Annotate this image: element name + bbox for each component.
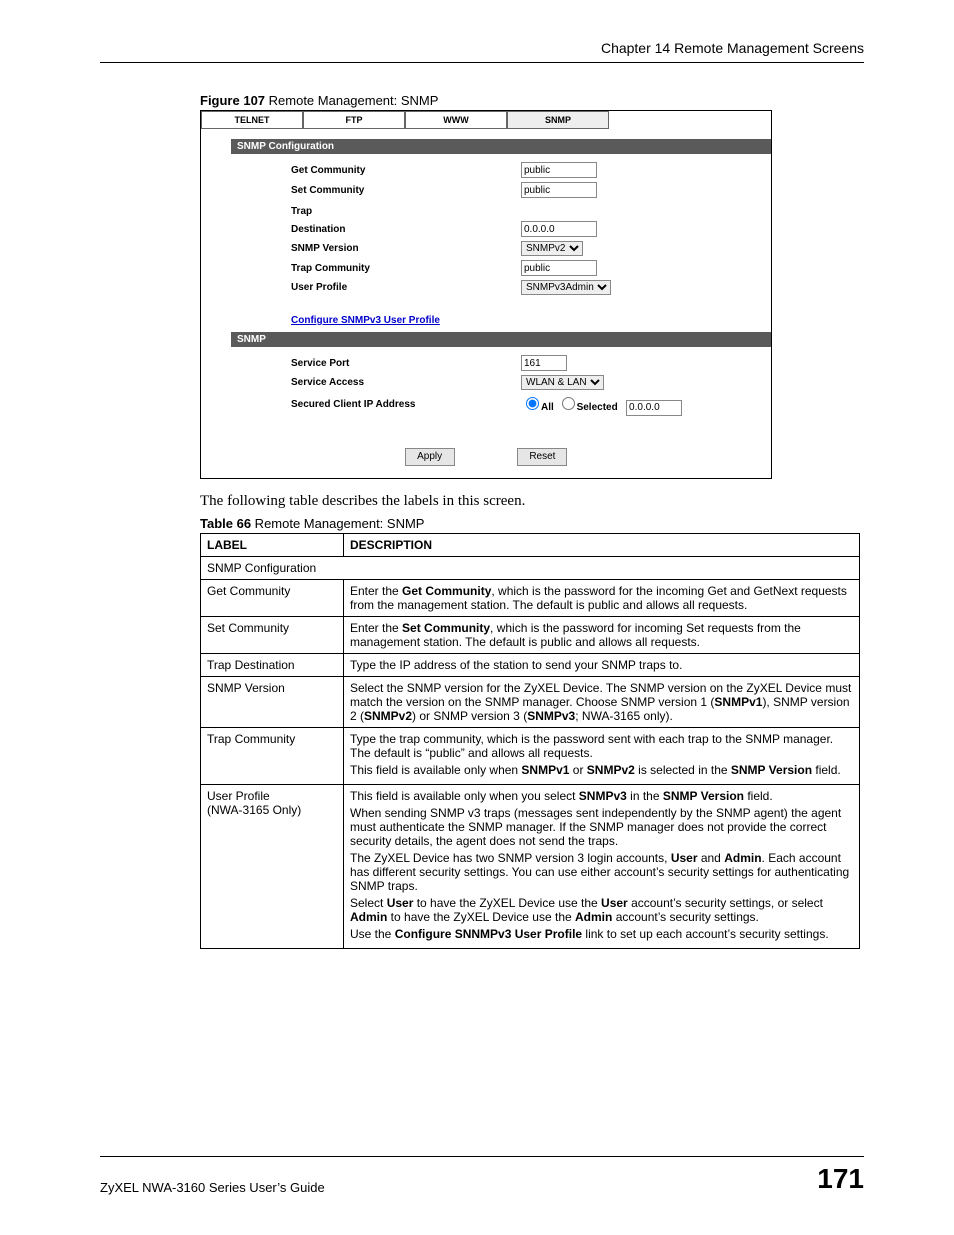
- service-access-label: Service Access: [291, 377, 521, 388]
- cell-desc: Type the IP address of the station to se…: [344, 653, 860, 676]
- radio-selected[interactable]: [562, 397, 575, 410]
- trap-community-input[interactable]: [521, 260, 597, 276]
- cell-label: Trap Community: [201, 727, 344, 784]
- tab-row: TELNET FTP WWW SNMP: [201, 111, 771, 129]
- table-row: SNMP Configuration: [201, 556, 860, 579]
- table-row: User Profile (NWA-3165 Only) This field …: [201, 784, 860, 948]
- user-profile-label: User Profile: [291, 282, 521, 293]
- radio-selected-label: Selected: [577, 402, 618, 413]
- th-label: LABEL: [201, 533, 344, 556]
- set-community-input[interactable]: [521, 182, 597, 198]
- service-access-select[interactable]: WLAN & LAN: [521, 375, 604, 390]
- cell-desc: This field is available only when you se…: [344, 784, 860, 948]
- chapter-header: Chapter 14 Remote Management Screens: [100, 40, 864, 63]
- cell-desc: Enter the Get Community, which is the pa…: [344, 579, 860, 616]
- user-profile-select[interactable]: SNMPv3Admin: [521, 280, 611, 295]
- cell-snmp-config: SNMP Configuration: [201, 556, 860, 579]
- trap-community-label: Trap Community: [291, 263, 521, 274]
- section-snmp: SNMP: [231, 332, 771, 347]
- table-row: Get Community Enter the Get Community, w…: [201, 579, 860, 616]
- figure-caption: Figure 107 Remote Management: SNMP: [200, 93, 864, 108]
- cell-label: User Profile (NWA-3165 Only): [201, 784, 344, 948]
- table-row: Trap Community Type the trap community, …: [201, 727, 860, 784]
- table-title: Remote Management: SNMP: [251, 516, 424, 531]
- service-port-input[interactable]: [521, 355, 567, 371]
- apply-button[interactable]: Apply: [405, 448, 455, 466]
- cell-label: SNMP Version: [201, 676, 344, 727]
- service-port-label: Service Port: [291, 358, 521, 369]
- page-footer: ZyXEL NWA-3160 Series User’s Guide 171: [100, 1156, 864, 1195]
- table-row: Set Community Enter the Set Community, w…: [201, 616, 860, 653]
- cell-desc: Select the SNMP version for the ZyXEL De…: [344, 676, 860, 727]
- screenshot-panel: TELNET FTP WWW SNMP SNMP Configuration G…: [200, 110, 772, 479]
- footer-guide: ZyXEL NWA-3160 Series User’s Guide: [100, 1180, 325, 1195]
- snmp-version-select[interactable]: SNMPv2: [521, 241, 583, 256]
- table-row: SNMP Version Select the SNMP version for…: [201, 676, 860, 727]
- set-community-label: Set Community: [291, 185, 521, 196]
- tab-ftp[interactable]: FTP: [303, 111, 405, 129]
- tab-snmp[interactable]: SNMP: [507, 111, 609, 129]
- reset-button[interactable]: Reset: [517, 448, 567, 466]
- cell-desc: Type the trap community, which is the pa…: [344, 727, 860, 784]
- th-description: DESCRIPTION: [344, 533, 860, 556]
- tab-telnet[interactable]: TELNET: [201, 111, 303, 129]
- cell-label: Trap Destination: [201, 653, 344, 676]
- body-paragraph: The following table describes the labels…: [200, 493, 864, 510]
- radio-all[interactable]: [526, 397, 539, 410]
- table-caption: Table 66 Remote Management: SNMP: [200, 516, 864, 531]
- table-row: Trap Destination Type the IP address of …: [201, 653, 860, 676]
- table-number: Table 66: [200, 516, 251, 531]
- cell-label: Get Community: [201, 579, 344, 616]
- cell-label: Set Community: [201, 616, 344, 653]
- radio-all-label: All: [541, 402, 554, 413]
- destination-label: Destination: [291, 224, 521, 235]
- cell-desc: Enter the Set Community, which is the pa…: [344, 616, 860, 653]
- destination-input[interactable]: [521, 221, 597, 237]
- snmp-version-label: SNMP Version: [291, 243, 521, 254]
- trap-label: Trap: [291, 206, 521, 217]
- secured-ip-input[interactable]: [626, 400, 682, 416]
- get-community-label: Get Community: [291, 165, 521, 176]
- figure-title: Remote Management: SNMP: [265, 93, 438, 108]
- section-snmp-config: SNMP Configuration: [231, 139, 771, 154]
- figure-number: Figure 107: [200, 93, 265, 108]
- description-table: LABEL DESCRIPTION SNMP Configuration Get…: [200, 533, 860, 949]
- page-number: 171: [817, 1163, 864, 1195]
- tab-www[interactable]: WWW: [405, 111, 507, 129]
- secured-ip-label: Secured Client IP Address: [291, 399, 521, 410]
- configure-snmpv3-link[interactable]: Configure SNMPv3 User Profile: [291, 315, 440, 326]
- get-community-input[interactable]: [521, 162, 597, 178]
